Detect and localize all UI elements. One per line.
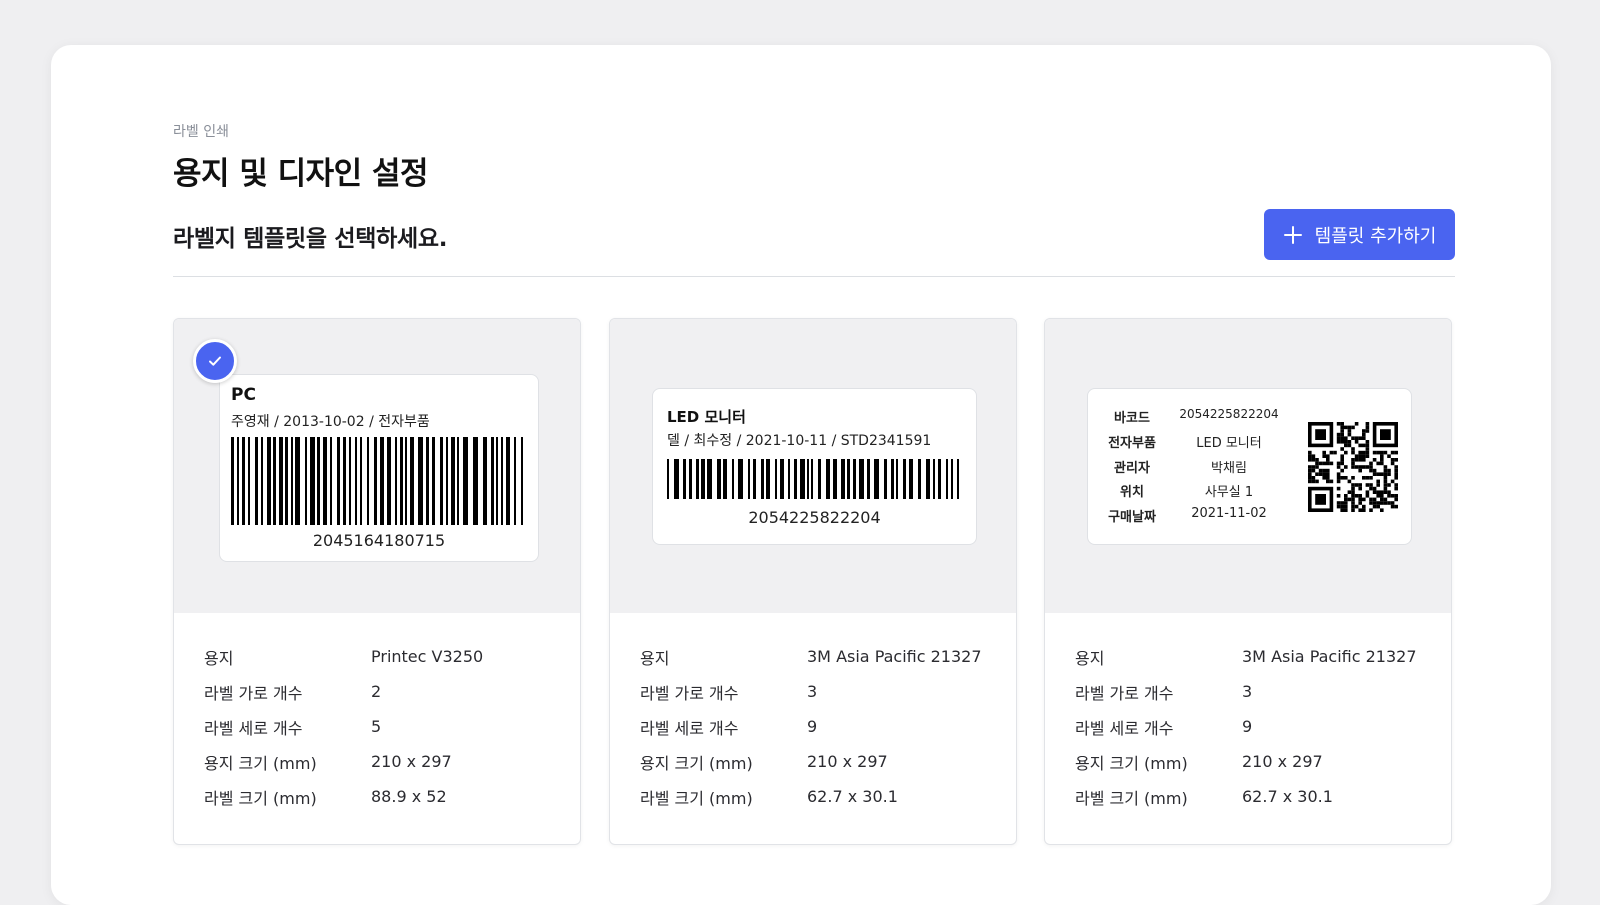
info-row: 용지 3M Asia Pacific 21327: [640, 639, 1016, 674]
info-row: 라벨 크기 (mm) 88.9 x 52: [204, 779, 580, 814]
template-info: 용지 Printec V3250 라벨 가로 개수 2 라벨 세로 개수 5 용지 크…: [174, 613, 580, 844]
field-key: 구매날짜: [1108, 510, 1156, 525]
info-row: 용지 크기 (mm) 210 x 297: [640, 744, 1016, 779]
field-value: 2021-11-02: [1191, 506, 1267, 521]
info-row: 용지 크기 (mm) 210 x 297: [1075, 744, 1451, 779]
barcode: [231, 437, 523, 525]
info-value: 3: [1242, 682, 1253, 701]
info-row: 라벨 세로 개수 9: [1075, 709, 1451, 744]
info-row: 라벨 세로 개수 9: [640, 709, 1016, 744]
label-preview: 바코드 2054225822204 전자부품 LED 모니터 관리자 박채림 위치 사무…: [1045, 319, 1451, 613]
field-key: 위치: [1120, 485, 1144, 500]
label-sample: 바코드 2054225822204 전자부품 LED 모니터 관리자 박채림 위치 사무…: [1087, 388, 1412, 545]
add-template-label: 템플릿 추가하기: [1314, 225, 1437, 247]
label-sample: PC 주영재 / 2013-10-02 / 전자부품 2045164180715: [219, 374, 539, 562]
info-value: 9: [1242, 717, 1253, 736]
info-key: 라벨 세로 개수: [1075, 718, 1174, 738]
label-preview: LED 모니터 델 / 최수정 / 2021-10-11 / STD234159…: [610, 319, 1016, 613]
template-card[interactable]: LED 모니터 델 / 최수정 / 2021-10-11 / STD234159…: [609, 318, 1017, 845]
info-row: 용지 Printec V3250: [204, 639, 580, 674]
template-card[interactable]: PC 주영재 / 2013-10-02 / 전자부품 2045164180715…: [173, 318, 581, 845]
info-value: 3M Asia Pacific 21327: [1242, 647, 1417, 666]
info-key: 라벨 크기 (mm): [204, 788, 317, 808]
info-value: 2: [371, 682, 382, 701]
info-value: 210 x 297: [1242, 752, 1323, 771]
field-value: 사무실 1: [1204, 485, 1254, 500]
info-value: 62.7 x 30.1: [1242, 787, 1333, 806]
info-row: 용지 크기 (mm) 210 x 297: [204, 744, 580, 779]
template-info: 용지 3M Asia Pacific 21327 라벨 가로 개수 3 라벨 세로 …: [610, 613, 1016, 844]
field-value: LED 모니터: [1196, 436, 1262, 451]
info-key: 라벨 크기 (mm): [1075, 788, 1188, 808]
barcode-number: 2054225822204: [748, 508, 881, 527]
field-key: 관리자: [1114, 461, 1150, 476]
info-value: 62.7 x 30.1: [807, 787, 898, 806]
info-key: 용지: [1075, 648, 1105, 668]
info-key: 용지 크기 (mm): [640, 753, 753, 773]
add-template-button[interactable]: 템플릿 추가하기: [1264, 209, 1455, 260]
field-key: 전자부품: [1108, 436, 1156, 451]
field-value: 2054225822204: [1179, 407, 1279, 421]
qr-code-icon: [1308, 422, 1398, 512]
label-title: PC: [231, 385, 256, 405]
page-title: 용지 및 디자인 설정: [173, 156, 429, 192]
info-row: 라벨 가로 개수 3: [640, 674, 1016, 709]
plus-icon: [1283, 225, 1302, 244]
info-key: 용지 크기 (mm): [204, 753, 317, 773]
info-value: 9: [807, 717, 818, 736]
barcode-number: 2045164180715: [312, 531, 446, 550]
info-value: Printec V3250: [371, 647, 484, 666]
info-value: 88.9 x 52: [371, 787, 447, 806]
info-row: 라벨 크기 (mm) 62.7 x 30.1: [1075, 779, 1451, 814]
info-row: 라벨 가로 개수 2: [204, 674, 580, 709]
info-row: 라벨 크기 (mm) 62.7 x 30.1: [640, 779, 1016, 814]
template-card[interactable]: 바코드 2054225822204 전자부품 LED 모니터 관리자 박채림 위치 사무…: [1044, 318, 1452, 845]
info-key: 라벨 크기 (mm): [640, 788, 753, 808]
section-subtitle: 라벨지 템플릿을 선택하세요.: [173, 226, 448, 252]
barcode: [667, 459, 959, 499]
info-value: 210 x 297: [807, 752, 888, 771]
template-info: 용지 3M Asia Pacific 21327 라벨 가로 개수 3 라벨 세로 …: [1045, 613, 1451, 844]
info-row: 용지 3M Asia Pacific 21327: [1075, 639, 1451, 674]
info-key: 라벨 세로 개수: [204, 718, 303, 738]
info-value: 210 x 297: [371, 752, 452, 771]
label-subtitle: 델 / 최수정 / 2021-10-11 / STD2341591: [667, 433, 932, 449]
label-sample: LED 모니터 델 / 최수정 / 2021-10-11 / STD234159…: [652, 388, 977, 545]
info-value: 3: [807, 682, 818, 701]
check-icon: [209, 356, 221, 366]
label-preview: PC 주영재 / 2013-10-02 / 전자부품 2045164180715: [174, 319, 580, 613]
info-value: 3M Asia Pacific 21327: [807, 647, 982, 666]
field-key: 바코드: [1114, 411, 1150, 426]
info-key: 용지 크기 (mm): [1075, 753, 1188, 773]
divider: [173, 276, 1455, 277]
info-row: 라벨 가로 개수 3: [1075, 674, 1451, 709]
info-row: 라벨 세로 개수 5: [204, 709, 580, 744]
label-title: LED 모니터: [667, 408, 746, 426]
breadcrumb: 라벨 인쇄: [173, 124, 229, 140]
label-subtitle: 주영재 / 2013-10-02 / 전자부품: [231, 414, 430, 430]
info-key: 라벨 세로 개수: [640, 718, 739, 738]
field-value: 박채림: [1211, 461, 1247, 476]
info-key: 용지: [204, 648, 234, 668]
info-key: 라벨 가로 개수: [1075, 683, 1174, 703]
info-key: 라벨 가로 개수: [204, 683, 303, 703]
info-key: 라벨 가로 개수: [640, 683, 739, 703]
info-key: 용지: [640, 648, 670, 668]
selected-badge: [193, 339, 237, 383]
info-value: 5: [371, 717, 382, 736]
